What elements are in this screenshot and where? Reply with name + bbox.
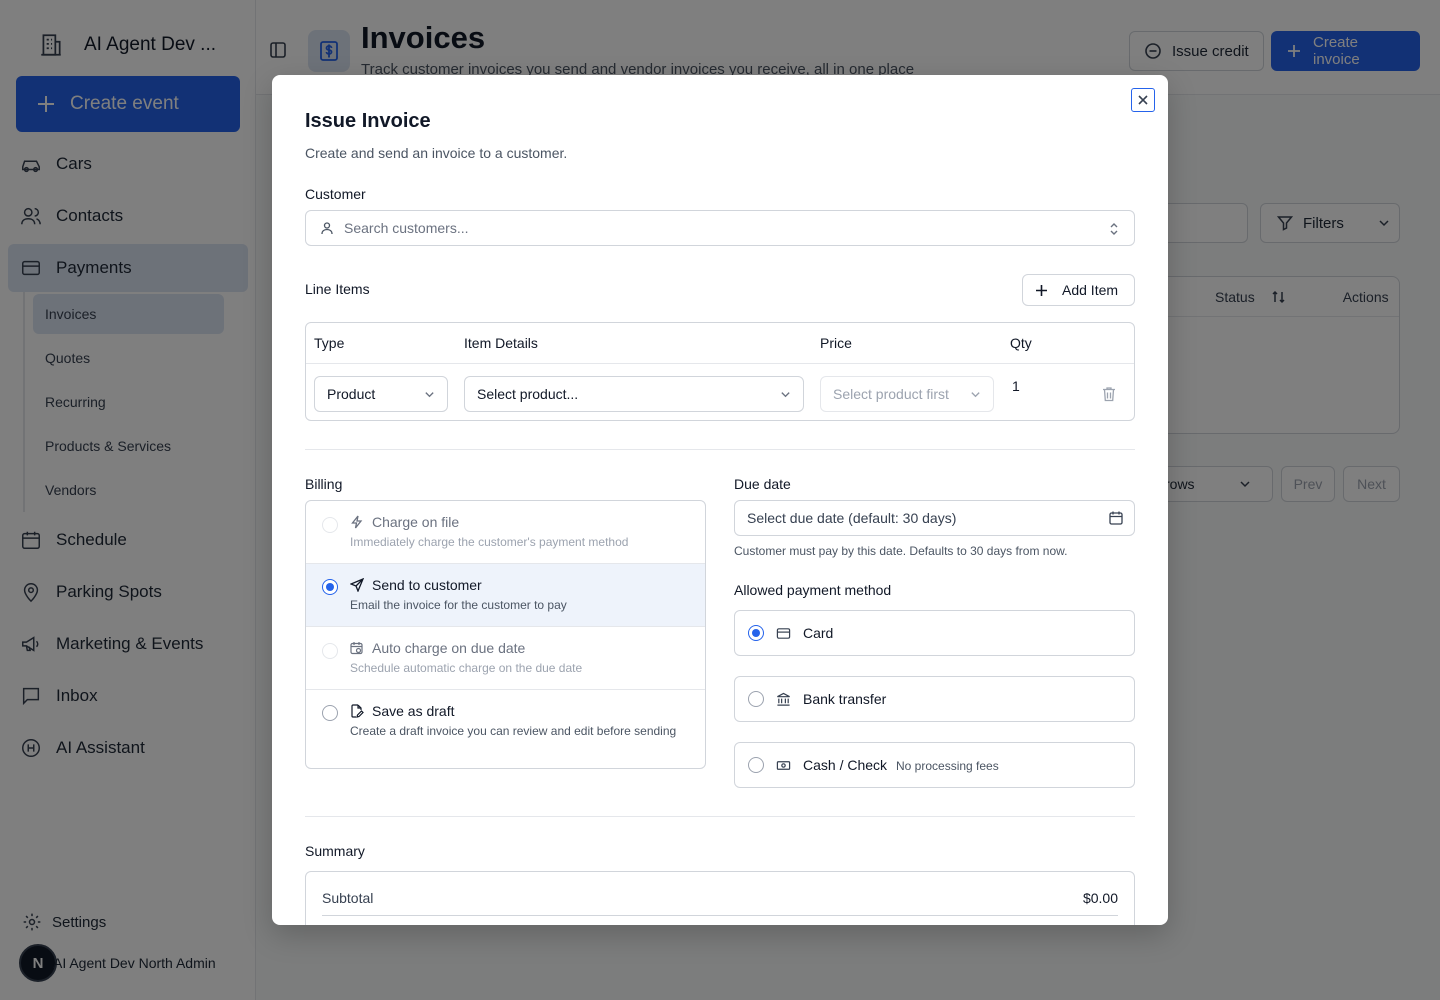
line-items-label: Line Items — [305, 281, 370, 297]
radio-button[interactable] — [748, 625, 764, 641]
type-header: Type — [314, 335, 345, 351]
chevron-down-icon — [970, 389, 981, 400]
customer-combobox[interactable]: Search customers... — [305, 210, 1135, 246]
qty-input[interactable]: 1 — [1012, 378, 1020, 394]
product-placeholder: Select product... — [477, 386, 579, 402]
details-header: Item Details — [464, 335, 538, 351]
table-header: Type Item Details Price Qty — [306, 323, 1134, 364]
radio-button — [322, 643, 338, 659]
payment-option-bank-transfer[interactable]: Bank transfer — [734, 676, 1135, 722]
option-title: Send to customer — [372, 577, 482, 593]
customer-label: Customer — [305, 186, 366, 202]
price-header: Price — [820, 335, 852, 351]
option-title: Charge on file — [372, 514, 460, 530]
due-date-picker[interactable]: Select due date (default: 30 days) — [734, 500, 1135, 536]
payment-option-note: No processing fees — [896, 759, 999, 773]
plus-icon — [1035, 284, 1048, 297]
zap-icon — [350, 515, 364, 529]
payment-option-label: Card — [803, 625, 834, 641]
billing-options: Charge on file Immediately charge the cu… — [305, 500, 706, 769]
qty-header: Qty — [1010, 335, 1032, 351]
file-pen-icon — [350, 704, 364, 718]
calendar-icon — [1108, 510, 1124, 526]
banknote-icon — [776, 758, 791, 773]
type-value: Product — [327, 386, 376, 402]
payment-option-label: Cash / Check — [803, 757, 888, 773]
summary-label: Summary — [305, 843, 365, 859]
option-title: Save as draft — [372, 703, 455, 719]
chevron-down-icon — [780, 389, 791, 400]
landmark-icon — [776, 692, 791, 707]
price-placeholder: Select product first — [833, 386, 949, 402]
summary-box: Subtotal $0.00 — [305, 871, 1135, 925]
type-select[interactable]: Product — [314, 376, 448, 412]
radio-button[interactable] — [322, 705, 338, 721]
radio-button[interactable] — [322, 579, 338, 595]
option-title: Auto charge on due date — [372, 640, 526, 656]
option-description: Schedule automatic charge on the due dat… — [350, 661, 583, 675]
calendar-clock-icon — [350, 641, 364, 655]
payment-option-label: Bank transfer — [803, 691, 887, 707]
option-description: Immediately charge the customer's paymen… — [350, 535, 629, 549]
option-description: Email the invoice for the customer to pa… — [350, 598, 567, 612]
dialog-title: Issue Invoice — [305, 110, 431, 132]
credit-card-icon — [776, 626, 791, 641]
divider — [305, 449, 1135, 450]
due-date-hint: Customer must pay by this date. Defaults… — [734, 544, 1068, 558]
send-icon — [350, 578, 364, 592]
add-item-label: Add Item — [1062, 282, 1119, 298]
divider — [322, 915, 1118, 916]
add-item-button[interactable]: Add Item — [1022, 274, 1135, 306]
divider — [305, 816, 1135, 817]
dialog-description: Create and send an invoice to a customer… — [305, 145, 568, 161]
payment-method-label: Allowed payment method — [734, 582, 892, 598]
close-button[interactable] — [1131, 88, 1155, 112]
option-description: Create a draft invoice you can review an… — [350, 724, 677, 738]
close-icon — [1138, 95, 1148, 105]
billing-option-charge-on-file: Charge on file Immediately charge the cu… — [306, 501, 705, 564]
due-date-placeholder: Select due date (default: 30 days) — [747, 510, 957, 526]
billing-label: Billing — [305, 476, 343, 492]
subtotal-label: Subtotal — [322, 890, 374, 906]
subtotal-value: $0.00 — [1082, 890, 1118, 906]
price-select: Select product first — [820, 376, 994, 412]
radio-button[interactable] — [748, 691, 764, 707]
billing-option-send-to-customer[interactable]: Send to customer Email the invoice for t… — [306, 564, 705, 627]
radio-button[interactable] — [748, 757, 764, 773]
product-select[interactable]: Select product... — [464, 376, 804, 412]
chevrons-up-down-icon — [1108, 222, 1120, 236]
payment-option-card[interactable]: Card — [734, 610, 1135, 656]
payment-option-cash-check[interactable]: Cash / Check No processing fees — [734, 742, 1135, 788]
due-date-label: Due date — [734, 476, 791, 492]
issue-invoice-dialog: Issue Invoice Create and send an invoice… — [272, 75, 1168, 925]
customer-placeholder: Search customers... — [344, 220, 469, 236]
line-items-table: Type Item Details Price Qty Product Sele… — [305, 322, 1135, 421]
user-icon — [320, 221, 334, 235]
chevron-down-icon — [424, 389, 435, 400]
billing-option-auto-charge: Auto charge on due date Schedule automat… — [306, 627, 705, 690]
billing-option-save-as-draft[interactable]: Save as draft Create a draft invoice you… — [306, 690, 705, 768]
radio-button — [322, 517, 338, 533]
trash-icon[interactable] — [1102, 386, 1116, 402]
